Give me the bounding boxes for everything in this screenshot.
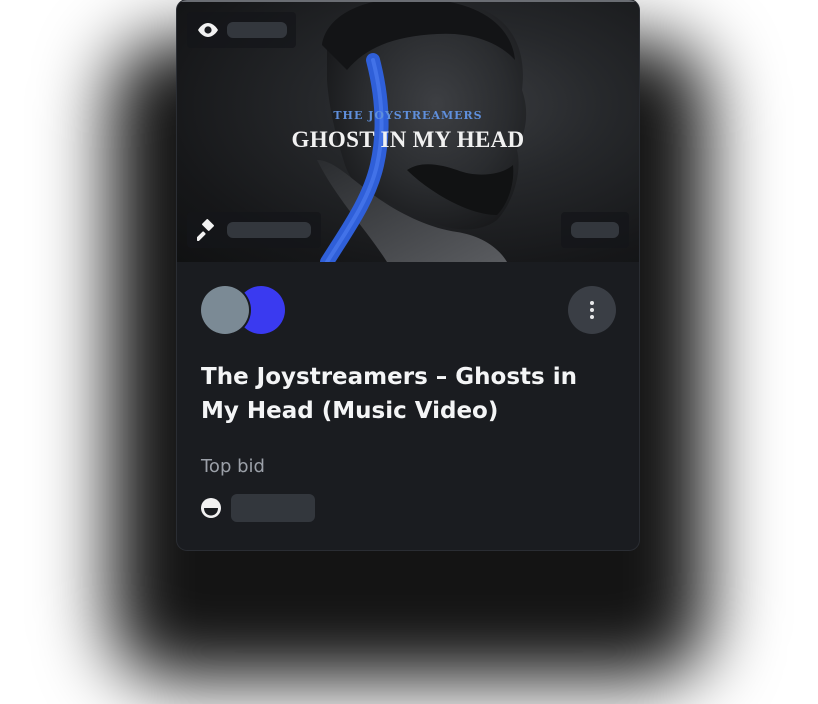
more-vertical-icon bbox=[590, 301, 594, 305]
video-thumbnail[interactable]: THE JOYSTREAMERS GHOST IN MY HEAD bbox=[177, 0, 639, 262]
duration-pill bbox=[561, 212, 629, 248]
thumbnail-artist-label: THE JOYSTREAMERS bbox=[333, 109, 483, 122]
gavel-icon bbox=[197, 219, 214, 241]
thumbnail-title-label: GHOST IN MY HEAD bbox=[291, 127, 525, 152]
stage: THE JOYSTREAMERS GHOST IN MY HEAD The Jo… bbox=[0, 0, 818, 704]
top-bid-amount-placeholder bbox=[231, 494, 315, 522]
video-title[interactable]: The Joystreamers – Ghosts in My Head (Mu… bbox=[201, 360, 621, 428]
more-vertical-icon-dot bbox=[590, 308, 594, 312]
more-options-button[interactable] bbox=[568, 286, 616, 334]
eye-icon bbox=[198, 23, 218, 37]
owner-avatar[interactable] bbox=[201, 286, 249, 334]
views-count-placeholder bbox=[227, 22, 287, 38]
views-pill bbox=[187, 12, 296, 48]
auction-pill bbox=[187, 212, 321, 248]
card-top-edge bbox=[177, 0, 639, 2]
top-bid-label: Top bid bbox=[201, 456, 265, 477]
video-card[interactable]: THE JOYSTREAMERS GHOST IN MY HEAD The Jo… bbox=[177, 0, 639, 550]
duration-placeholder bbox=[571, 222, 619, 238]
joystream-token-icon bbox=[201, 498, 221, 518]
more-vertical-icon-dot bbox=[590, 315, 594, 319]
auction-info-placeholder bbox=[227, 222, 311, 238]
